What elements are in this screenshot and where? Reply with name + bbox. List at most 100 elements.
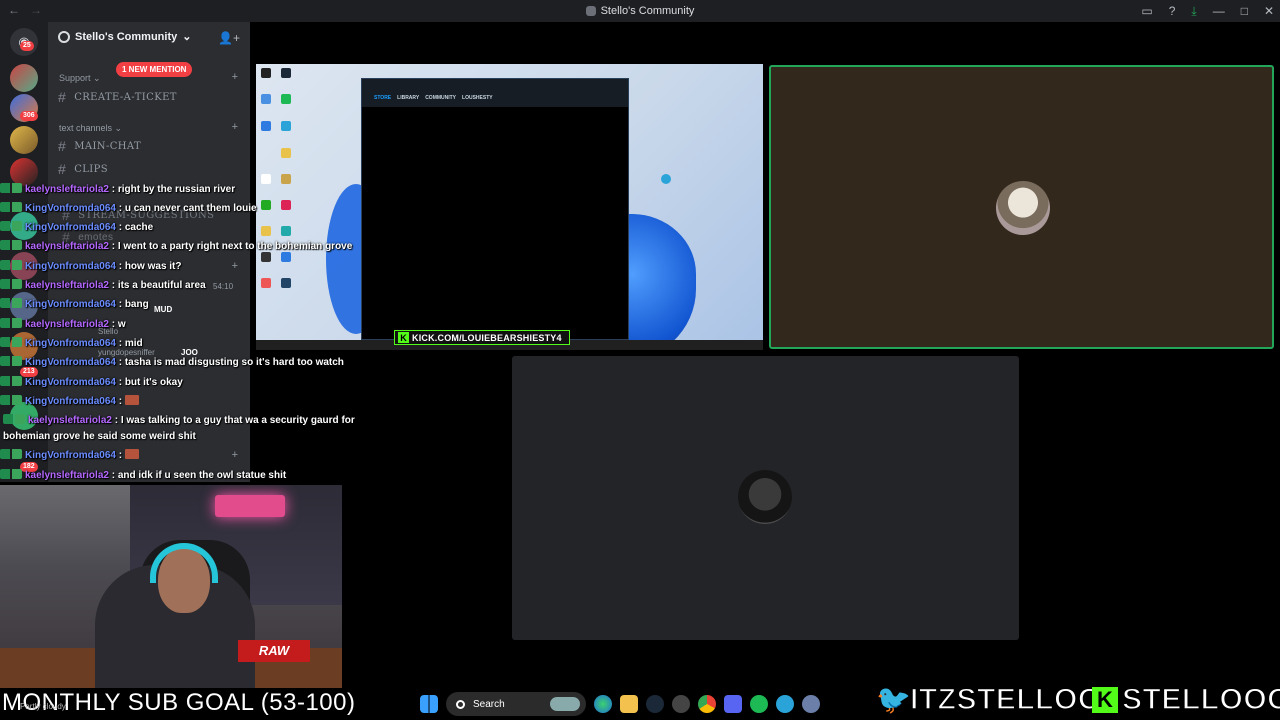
server-header[interactable]: Stello's Community ⌄: [58, 30, 191, 43]
chat-message: kaelynsleftariola2 : I went to a party r…: [0, 240, 352, 252]
chat-badges-icon: [0, 183, 22, 193]
window-title: Stello's Community: [0, 0, 1280, 22]
add-channel-icon[interactable]: +: [232, 121, 238, 133]
app-icon[interactable]: [802, 695, 820, 713]
taskbar-search[interactable]: Search: [446, 692, 586, 716]
edge-desktop-icon: [661, 174, 671, 184]
participant-avatar: [996, 181, 1050, 235]
chevron-down-icon: ⌄: [182, 31, 192, 43]
kick-handle-overlay: K STELLOOO: [1092, 682, 1280, 718]
desktop-icon: [281, 94, 291, 104]
text-channel-icon: #: [58, 138, 67, 154]
chat-badges-icon: [3, 414, 25, 424]
chat-badges-icon: [0, 221, 22, 231]
chat-badges-icon: [0, 240, 22, 250]
window-title-text: Stello's Community: [600, 5, 695, 17]
chat-message: KingVonfromda064 :: [0, 449, 139, 461]
add-channel-icon[interactable]: +: [232, 71, 238, 83]
minimize-button[interactable]: —: [1213, 4, 1225, 18]
twitter-handle: ITZSTELLOO: [909, 682, 1102, 717]
chat-message: kaelynsleftariola2 : its a beautiful are…: [0, 279, 206, 291]
close-button[interactable]: ✕: [1264, 4, 1274, 18]
windows-start-icon[interactable]: [420, 695, 438, 713]
kick-link-banner: K KICK.COM/LOUIEBEARSHIESTY4: [394, 330, 570, 345]
chat-message: kaelynsleftariola2 : w: [0, 318, 126, 330]
channel-main-chat[interactable]: # MAIN-CHAT: [58, 138, 141, 154]
file-explorer-icon[interactable]: [620, 695, 638, 713]
chat-message: KingVonfromda064 : u can never cant them…: [0, 202, 257, 214]
chat-badges-icon: [0, 298, 22, 308]
server-settings-icon: [58, 30, 70, 43]
steam-window: STORE LIBRARY COMMUNITY LOUSHESTY: [361, 78, 629, 340]
category-text-channels[interactable]: text channels ⌄: [59, 123, 122, 134]
edge-icon[interactable]: [594, 695, 612, 713]
search-label: Search: [473, 698, 505, 710]
download-icon[interactable]: ⤓: [1191, 4, 1196, 19]
window-titlebar: ← → Stello's Community ▭ ? ⤓ — □ ✕: [0, 0, 1280, 22]
category-support[interactable]: Support ⌄: [59, 73, 101, 84]
desktop-icon: [261, 121, 271, 131]
text-channel-icon: #: [58, 89, 67, 105]
chat-message: kaelynsleftariola2 : I was talking to a …: [3, 414, 355, 442]
mention-badge: 25: [20, 41, 34, 51]
chat-badges-icon: [0, 279, 22, 289]
kick-link-text: KICK.COM/LOUIEBEARSHIESTY4: [412, 332, 562, 343]
led-sign: [215, 495, 285, 517]
invite-people-icon[interactable]: 👤+: [218, 31, 240, 45]
telegram-icon[interactable]: [776, 695, 794, 713]
chat-badges-icon: [0, 318, 22, 328]
chat-message: KingVonfromda064 : but it's okay: [0, 376, 183, 388]
new-mention-pill[interactable]: 1 NEW MENTION: [116, 62, 193, 77]
chat-badges-icon: [0, 337, 22, 347]
steam-tab-community: COMMUNITY: [425, 95, 457, 101]
desktop-icon: [281, 148, 291, 158]
participant-tile[interactable]: [512, 356, 1019, 640]
obs-icon[interactable]: [672, 695, 690, 713]
steam-icon[interactable]: [646, 695, 664, 713]
chat-message: KingVonfromda064 : how was it?: [0, 260, 182, 272]
twitter-bird-icon: 🐦: [876, 684, 911, 715]
chat-message: kaelynsleftariola2 : and idk if u seen t…: [0, 469, 286, 481]
chrome-icon[interactable]: [698, 695, 716, 713]
discord-icon[interactable]: [724, 695, 742, 713]
chat-emote-icon: [124, 449, 139, 459]
chat-emote-icon: [124, 395, 139, 405]
kick-logo-icon: K: [398, 332, 409, 343]
text-channel-icon: #: [58, 161, 67, 177]
channel-create-a-ticket[interactable]: # CREATE-A-TICKET: [58, 89, 177, 105]
channel-clips[interactable]: # CLIPS: [58, 161, 108, 177]
maximize-button[interactable]: □: [1241, 4, 1248, 18]
twitter-handle-overlay: 🐦 ITZSTELLOO: [876, 682, 1102, 718]
participant-avatar: [738, 470, 792, 524]
search-highlight-icon: [550, 697, 580, 711]
raw-sign: RAW: [238, 640, 310, 662]
chat-message: KingVonfromda064 : mid: [0, 337, 143, 349]
chat-message: KingVonfromda064 : bang: [0, 298, 149, 310]
chat-message: KingVonfromda064 :: [0, 395, 139, 407]
kick-logo-icon: K: [1092, 687, 1118, 713]
server-name: Stello's Community: [75, 30, 178, 43]
chat-message: KingVonfromda064 : cache: [0, 221, 153, 233]
chat-badges-icon: [0, 356, 22, 366]
spotify-icon[interactable]: [750, 695, 768, 713]
steam-tab-store: STORE: [374, 95, 392, 101]
chat-badges-icon: [0, 376, 22, 386]
desktop-icon: [281, 121, 291, 131]
chat-badges-icon: [0, 395, 22, 405]
chat-badges-icon: [0, 202, 22, 212]
mention-badge: 306: [20, 111, 38, 121]
help-icon[interactable]: ?: [1169, 4, 1176, 18]
windows-taskbar: Search: [420, 690, 820, 718]
steam-tab-library: LIBRARY: [397, 95, 420, 101]
server-icon-3[interactable]: [10, 126, 38, 154]
streamer-webcam: RAW: [0, 485, 342, 688]
inbox-icon[interactable]: ▭: [1141, 4, 1152, 18]
desktop-icon: [261, 68, 271, 78]
chat-badges-icon: [0, 449, 22, 459]
participant-tile-speaking[interactable]: [769, 65, 1274, 349]
kick-handle: STELLOOO: [1121, 682, 1280, 717]
desktop-icon: [261, 94, 271, 104]
server-icon-1[interactable]: [10, 64, 38, 92]
desktop-icon: [281, 68, 291, 78]
titlebar-controls: ▭ ? ⤓ — □ ✕: [1141, 0, 1274, 22]
